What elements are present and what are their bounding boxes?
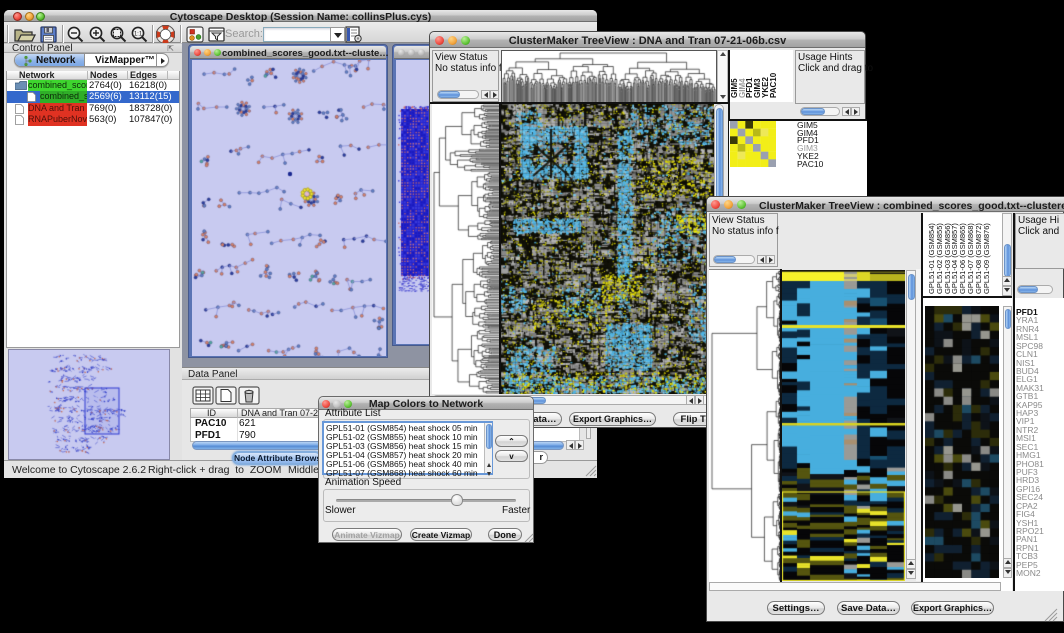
svg-text:1:1: 1:1 — [134, 32, 143, 38]
